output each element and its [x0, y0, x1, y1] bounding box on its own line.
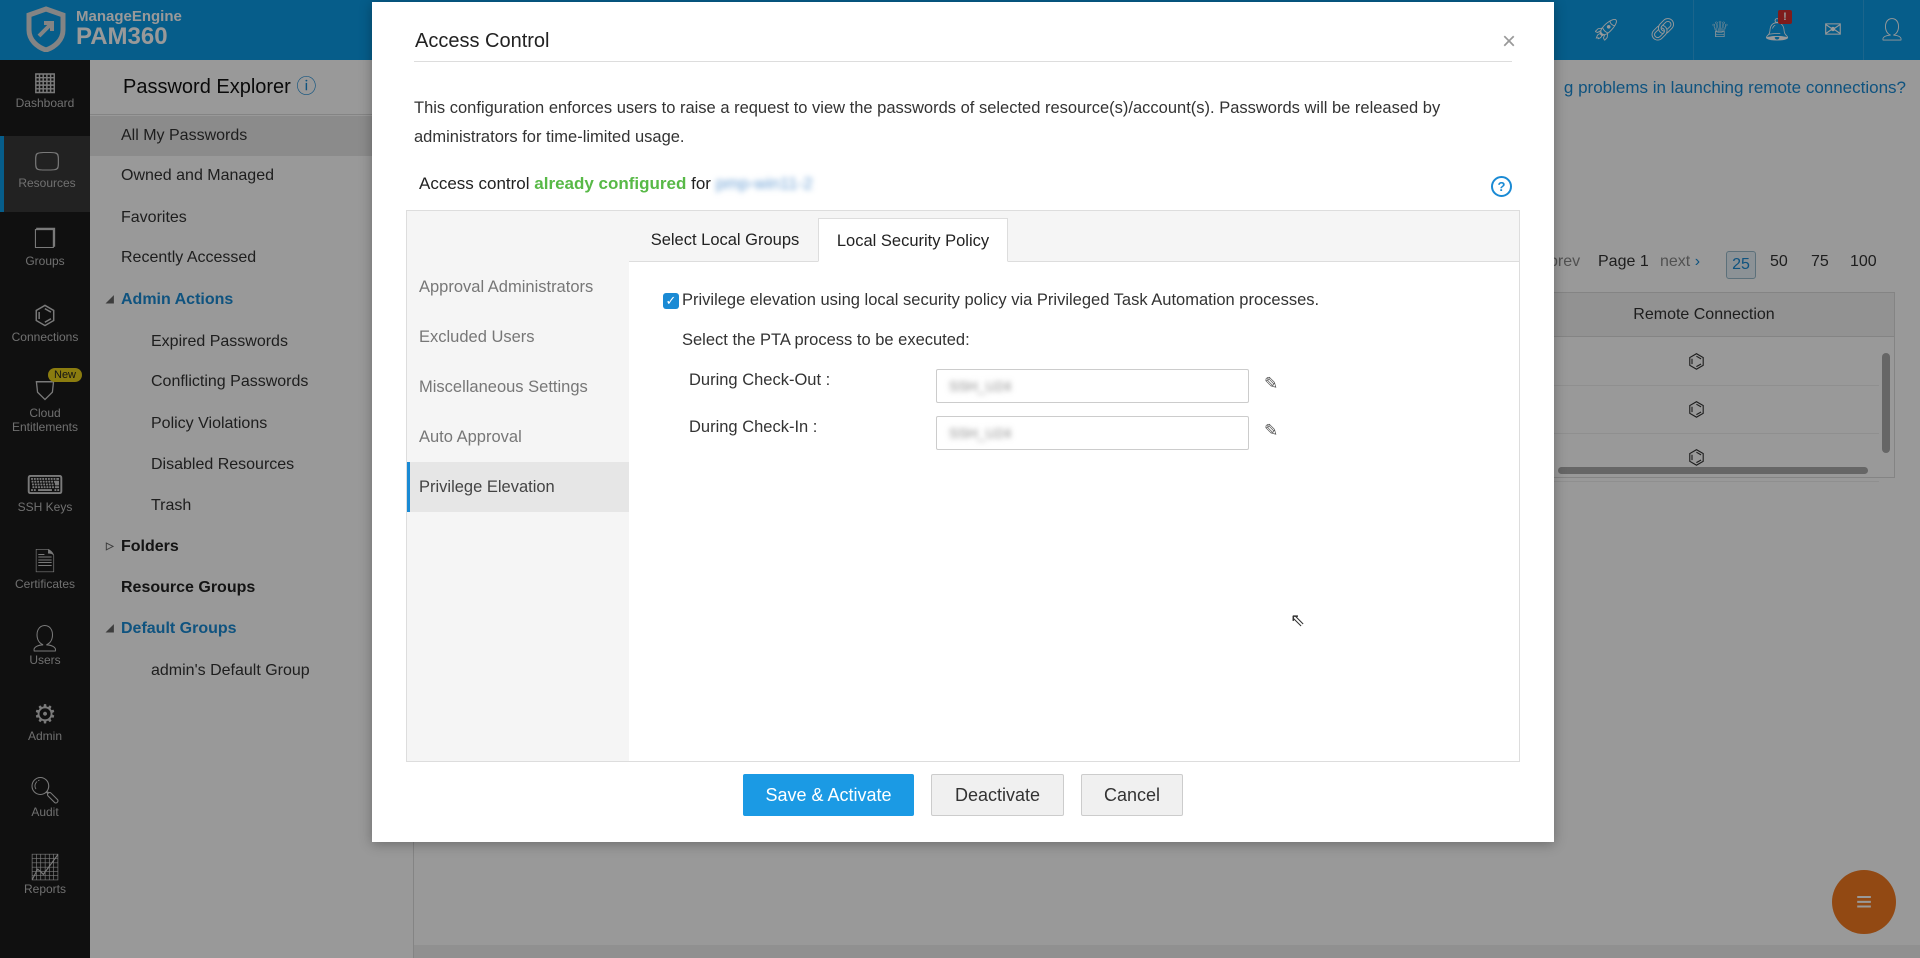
- checkbox-label: Privilege elevation using local security…: [682, 291, 1320, 309]
- edit-checkout-icon[interactable]: ✎: [1264, 374, 1278, 394]
- modal-description: This configuration enforces users to rai…: [414, 99, 1441, 146]
- settings-sidebar: Approval Administrators Excluded Users M…: [407, 211, 629, 761]
- side-approval-administrators[interactable]: Approval Administrators: [407, 262, 629, 312]
- checkout-input[interactable]: SSH_U24: [936, 369, 1249, 403]
- ac-status: already configured: [534, 174, 687, 193]
- edit-checkin-icon[interactable]: ✎: [1264, 421, 1278, 441]
- side-excluded-users[interactable]: Excluded Users: [407, 312, 629, 362]
- access-control-modal: Access Control × This configuration enfo…: [372, 2, 1554, 842]
- checkin-input[interactable]: SSH_U24: [936, 416, 1249, 450]
- ac-for: for: [691, 174, 711, 193]
- tab-select-local-groups[interactable]: Select Local Groups: [632, 218, 818, 262]
- ac-prefix: Access control: [419, 174, 530, 193]
- settings-box: Approval Administrators Excluded Users M…: [406, 210, 1520, 762]
- checkout-label: During Check-Out :: [689, 371, 831, 389]
- side-miscellaneous-settings[interactable]: Miscellaneous Settings: [407, 362, 629, 412]
- mouse-cursor-icon: ⇖: [1290, 610, 1306, 630]
- resource-name: pmp-win11-2: [715, 174, 813, 193]
- cancel-button[interactable]: Cancel: [1081, 774, 1183, 816]
- side-privilege-elevation[interactable]: Privilege Elevation: [407, 462, 629, 512]
- close-icon[interactable]: ×: [1502, 28, 1516, 56]
- save-activate-button[interactable]: Save & Activate: [743, 774, 914, 816]
- help-icon[interactable]: ?: [1491, 176, 1512, 197]
- checkin-label: During Check-In :: [689, 418, 818, 436]
- tab-local-security-policy[interactable]: Local Security Policy: [818, 218, 1008, 262]
- deactivate-button[interactable]: Deactivate: [931, 774, 1064, 816]
- tab-bar: Select Local Groups Local Security Polic…: [629, 211, 1519, 262]
- privilege-elevation-checkbox[interactable]: ✓: [663, 293, 679, 309]
- modal-title: Access Control: [415, 30, 550, 52]
- access-control-status: Access control already configured for pm…: [419, 174, 813, 194]
- side-auto-approval[interactable]: Auto Approval: [407, 412, 629, 462]
- divider: [414, 61, 1512, 62]
- checkin-value: SSH_U24: [949, 425, 1012, 441]
- checkout-value: SSH_U24: [949, 378, 1012, 394]
- select-pta-label: Select the PTA process to be executed:: [682, 331, 970, 349]
